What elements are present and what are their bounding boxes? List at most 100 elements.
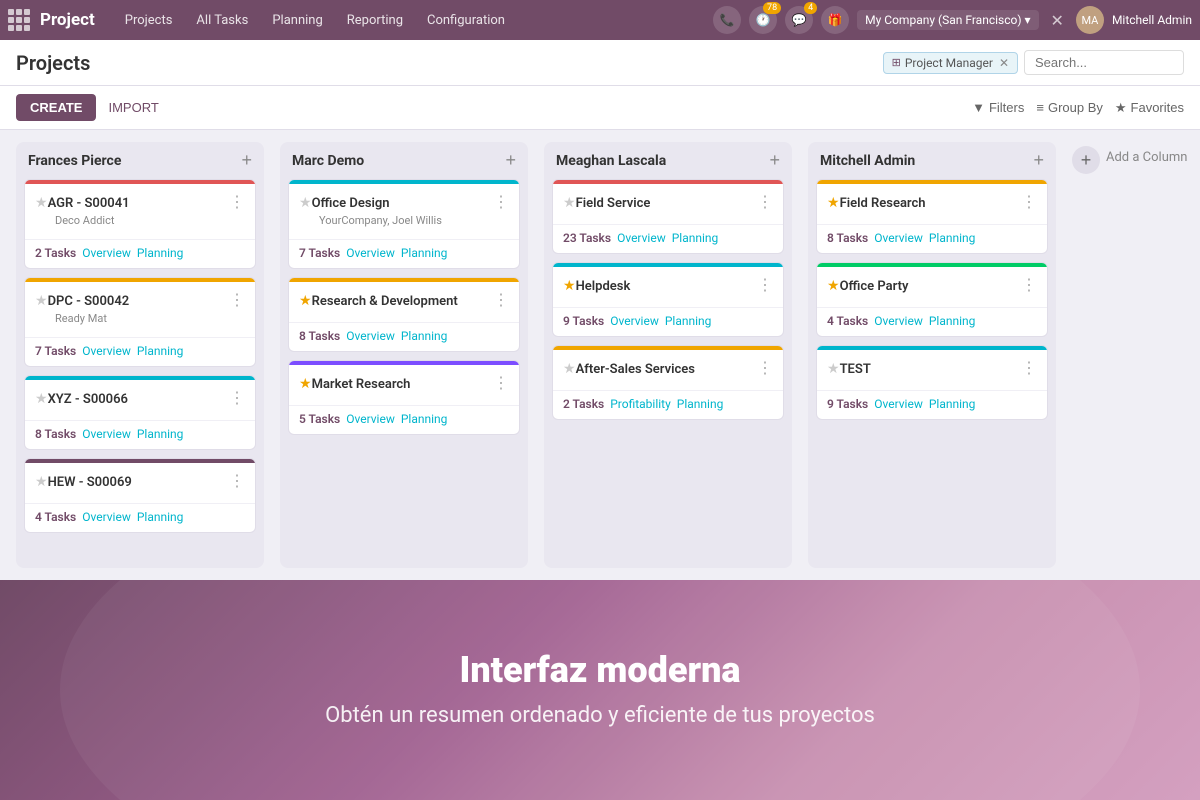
filter-tag-label: Project Manager xyxy=(905,56,993,70)
card-link-overview[interactable]: Overview xyxy=(874,314,923,328)
add-project-button[interactable]: + xyxy=(769,150,780,171)
card-link-planning[interactable]: Planning xyxy=(137,246,184,260)
star-icon[interactable]: ★ xyxy=(827,361,840,377)
card-link-planning[interactable]: Planning xyxy=(401,246,448,260)
star-icon[interactable]: ★ xyxy=(827,278,840,294)
card-menu-button[interactable]: ⋮ xyxy=(757,192,773,212)
project-card-card-rd[interactable]: ★Research & Development⋮8 TasksOverviewP… xyxy=(288,277,520,352)
remove-filter-icon[interactable]: ✕ xyxy=(999,56,1009,70)
card-menu-button[interactable]: ⋮ xyxy=(493,373,509,393)
project-card-card-hew[interactable]: ★HEW - S00069⋮4 TasksOverviewPlanning xyxy=(24,458,256,533)
favorites-button[interactable]: ★ Favorites xyxy=(1115,100,1184,116)
add-column-label[interactable]: Add a Column xyxy=(1106,146,1187,165)
card-link-overview[interactable]: Overview xyxy=(610,314,659,328)
add-project-button[interactable]: + xyxy=(1033,150,1044,171)
card-menu-button[interactable]: ⋮ xyxy=(229,471,245,491)
card-menu-button[interactable]: ⋮ xyxy=(757,275,773,295)
filters-button[interactable]: ▼ Filters xyxy=(972,100,1024,115)
app-title: Project xyxy=(40,10,95,30)
star-icon[interactable]: ★ xyxy=(35,293,48,309)
search-input[interactable] xyxy=(1024,50,1184,75)
card-menu-button[interactable]: ⋮ xyxy=(1021,358,1037,378)
star-icon[interactable]: ★ xyxy=(35,195,48,211)
star-icon[interactable]: ★ xyxy=(35,391,48,407)
card-link-planning[interactable]: Planning xyxy=(137,427,184,441)
clock-messages-icon[interactable]: 🕐 78 xyxy=(749,6,777,34)
gift-icon[interactable]: 🎁 xyxy=(821,6,849,34)
card-link-overview[interactable]: Overview xyxy=(82,246,131,260)
card-link-overview[interactable]: Overview xyxy=(874,397,923,411)
project-card-card-office-design[interactable]: ★Office Design⋮YourCompany, Joel Willis7… xyxy=(288,179,520,269)
card-footer: 2 TasksOverviewPlanning xyxy=(25,239,255,268)
card-title: Field Service xyxy=(576,196,651,211)
card-link-overview[interactable]: Overview xyxy=(346,412,395,426)
card-link-planning[interactable]: Planning xyxy=(929,314,976,328)
project-card-card-helpdesk[interactable]: ★Helpdesk⋮9 TasksOverviewPlanning xyxy=(552,262,784,337)
card-link-profitability[interactable]: Profitability xyxy=(610,397,671,411)
nav-menu-item-all-tasks[interactable]: All Tasks xyxy=(186,9,258,32)
nav-menu-item-reporting[interactable]: Reporting xyxy=(337,9,413,32)
nav-menu-item-projects[interactable]: Projects xyxy=(115,9,183,32)
star-icon[interactable]: ★ xyxy=(299,376,312,392)
card-link-planning[interactable]: Planning xyxy=(672,231,719,245)
card-link-overview[interactable]: Overview xyxy=(82,510,131,524)
card-title-row: ★AGR - S00041 xyxy=(35,192,130,211)
card-menu-button[interactable]: ⋮ xyxy=(1021,192,1037,212)
card-menu-button[interactable]: ⋮ xyxy=(1021,275,1037,295)
groupby-button[interactable]: ≡ Group By xyxy=(1036,100,1103,115)
import-button[interactable]: IMPORT xyxy=(108,100,158,115)
add-column-button[interactable]: + xyxy=(1072,146,1100,174)
project-card-card-field-service[interactable]: ★Field Service⋮23 TasksOverviewPlanning xyxy=(552,179,784,254)
card-link-overview[interactable]: Overview xyxy=(82,344,131,358)
card-menu-button[interactable]: ⋮ xyxy=(493,290,509,310)
phone-icon[interactable]: 📞 xyxy=(713,6,741,34)
card-link-planning[interactable]: Planning xyxy=(401,412,448,426)
project-card-card-field-research[interactable]: ★Field Research⋮8 TasksOverviewPlanning xyxy=(816,179,1048,254)
card-menu-button[interactable]: ⋮ xyxy=(229,290,245,310)
card-link-planning[interactable]: Planning xyxy=(677,397,724,411)
card-link-overview[interactable]: Overview xyxy=(617,231,666,245)
promo-section: Interfaz moderna Obtén un resumen ordena… xyxy=(0,580,1200,800)
card-link-overview[interactable]: Overview xyxy=(82,427,131,441)
chat-icon[interactable]: 💬 4 xyxy=(785,6,813,34)
grid-menu-icon[interactable] xyxy=(8,9,30,31)
star-icon[interactable]: ★ xyxy=(563,361,576,377)
card-link-planning[interactable]: Planning xyxy=(929,397,976,411)
card-link-overview[interactable]: Overview xyxy=(874,231,923,245)
card-menu-button[interactable]: ⋮ xyxy=(229,192,245,212)
close-button[interactable]: ✕ xyxy=(1047,7,1068,34)
star-icon[interactable]: ★ xyxy=(299,195,312,211)
create-button[interactable]: CREATE xyxy=(16,94,96,121)
star-icon[interactable]: ★ xyxy=(563,195,576,211)
project-card-card-test[interactable]: ★TEST⋮9 TasksOverviewPlanning xyxy=(816,345,1048,420)
project-card-card-office-party[interactable]: ★Office Party⋮4 TasksOverviewPlanning xyxy=(816,262,1048,337)
star-icon[interactable]: ★ xyxy=(563,278,576,294)
card-link-planning[interactable]: Planning xyxy=(137,344,184,358)
star-icon[interactable]: ★ xyxy=(299,293,312,309)
card-link-planning[interactable]: Planning xyxy=(401,329,448,343)
card-link-planning[interactable]: Planning xyxy=(929,231,976,245)
card-link-overview[interactable]: Overview xyxy=(346,329,395,343)
star-icon[interactable]: ★ xyxy=(35,474,48,490)
avatar[interactable]: MA xyxy=(1076,6,1104,34)
column-title: Frances Pierce xyxy=(28,153,121,169)
card-menu-button[interactable]: ⋮ xyxy=(757,358,773,378)
card-link-planning[interactable]: Planning xyxy=(665,314,712,328)
add-project-button[interactable]: + xyxy=(241,150,252,171)
project-card-card-after-sales[interactable]: ★After-Sales Services⋮2 TasksProfitabili… xyxy=(552,345,784,420)
project-card-card-market[interactable]: ★Market Research⋮5 TasksOverviewPlanning xyxy=(288,360,520,435)
nav-menu-item-configuration[interactable]: Configuration xyxy=(417,9,515,32)
company-selector[interactable]: My Company (San Francisco) ▾ xyxy=(857,10,1038,30)
card-link-overview[interactable]: Overview xyxy=(346,246,395,260)
card-menu-button[interactable]: ⋮ xyxy=(493,192,509,212)
star-icon[interactable]: ★ xyxy=(827,195,840,211)
add-project-button[interactable]: + xyxy=(505,150,516,171)
project-card-card-agr[interactable]: ★AGR - S00041⋮Deco Addict2 TasksOverview… xyxy=(24,179,256,269)
project-card-card-dpc[interactable]: ★DPC - S00042⋮Ready Mat7 TasksOverviewPl… xyxy=(24,277,256,367)
task-count: 8 Tasks xyxy=(299,329,340,343)
card-menu-button[interactable]: ⋮ xyxy=(229,388,245,408)
card-link-planning[interactable]: Planning xyxy=(137,510,184,524)
active-filter-tag[interactable]: ⊞ Project Manager ✕ xyxy=(883,52,1018,74)
nav-menu-item-planning[interactable]: Planning xyxy=(262,9,332,32)
project-card-card-xyz[interactable]: ★XYZ - S00066⋮8 TasksOverviewPlanning xyxy=(24,375,256,450)
